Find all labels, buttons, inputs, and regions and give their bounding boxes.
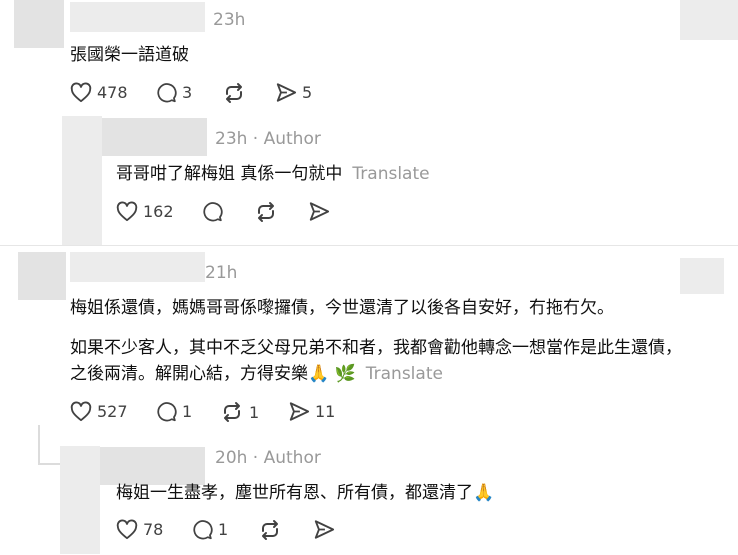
reply-button[interactable]: 1: [156, 401, 192, 422]
heart-icon: [70, 82, 92, 103]
comment-line: 梅姐係還債，媽媽哥哥係嚟攞債，今世還清了以後各自安好，冇拖冇欠。: [70, 298, 614, 318]
heart-icon: [116, 519, 138, 540]
thread-curve: [38, 463, 62, 465]
timestamp: 20h · Author: [215, 448, 321, 468]
like-count: 478: [97, 83, 128, 102]
repost-button[interactable]: [254, 201, 278, 223]
heart-icon: [70, 401, 92, 422]
emoji: 🙏: [308, 364, 330, 384]
reply-count: 1: [218, 520, 229, 539]
repost-icon: [220, 401, 244, 423]
share-button[interactable]: 11: [288, 401, 335, 422]
thread-blur: [62, 116, 102, 246]
comment-text: 哥哥咁了解梅姐 真係一句就中 Translate: [116, 159, 430, 184]
comment-line: 梅姐一生盡孝，塵世所有恩、所有債，都還清了: [116, 483, 473, 503]
timestamp: 23h: [213, 10, 246, 30]
share-count: 5: [302, 83, 313, 102]
repost-icon: [254, 201, 278, 223]
comment-line: 之後兩清。解開心結，方得安樂🙏 🌿 Translate: [70, 359, 443, 384]
share-count: 11: [315, 402, 336, 421]
like-button[interactable]: 478: [70, 82, 128, 103]
share-icon: [275, 82, 297, 103]
timestamp: 23h · Author: [215, 129, 321, 149]
more-menu-blur: [680, 258, 724, 294]
reply-button[interactable]: 3: [156, 82, 192, 103]
emoji: 🌿: [334, 364, 356, 384]
username[interactable]: [70, 252, 205, 282]
reply-count: 3: [182, 83, 193, 102]
thread-line: [38, 425, 40, 465]
avatar[interactable]: [18, 252, 66, 300]
comment-text: 梅姐一生盡孝，塵世所有恩、所有債，都還清了🙏: [116, 478, 494, 503]
repost-icon: [258, 519, 282, 541]
reply-count: 1: [182, 402, 193, 421]
like-button[interactable]: 527: [70, 401, 128, 422]
repost-count: 1: [249, 402, 260, 422]
comment-icon: [156, 82, 177, 103]
comment-line-text: 之後兩清。解開心結，方得安樂: [70, 364, 308, 384]
divider: [0, 245, 738, 246]
reply-button[interactable]: [202, 201, 223, 222]
like-button[interactable]: 162: [116, 201, 174, 222]
share-button[interactable]: [308, 201, 330, 222]
share-icon: [313, 519, 335, 540]
avatar[interactable]: [14, 0, 64, 48]
repost-icon: [222, 82, 246, 104]
like-count: 527: [97, 402, 128, 421]
like-count: 78: [143, 520, 164, 539]
comment-icon: [192, 519, 213, 540]
timestamp: 21h: [205, 263, 238, 283]
emoji: 🙏: [473, 483, 495, 503]
translate-link[interactable]: Translate: [366, 364, 443, 384]
share-icon: [288, 401, 310, 422]
comment-icon: [202, 201, 223, 222]
reply-button[interactable]: 1: [192, 519, 228, 540]
like-button[interactable]: 78: [116, 519, 163, 540]
repost-button[interactable]: [222, 82, 246, 104]
comment-line: 哥哥咁了解梅姐 真係一句就中: [116, 164, 343, 184]
share-button[interactable]: 5: [275, 82, 312, 103]
more-menu-blur: [680, 0, 738, 40]
share-button[interactable]: [313, 519, 335, 540]
repost-button[interactable]: [258, 519, 282, 541]
thread-blur: [60, 446, 100, 554]
username[interactable]: [70, 2, 205, 32]
like-count: 162: [143, 202, 174, 221]
comment-text: 張國榮一語道破: [70, 45, 189, 65]
repost-button[interactable]: 1: [220, 401, 259, 423]
avatar[interactable]: [102, 118, 207, 156]
comment-icon: [156, 401, 177, 422]
comment-line: 如果不少客人，其中不乏父母兄弟不和者，我都會勸他轉念一想當作是此生還債，: [70, 338, 682, 358]
heart-icon: [116, 201, 138, 222]
translate-link[interactable]: Translate: [352, 164, 429, 184]
share-icon: [308, 201, 330, 222]
